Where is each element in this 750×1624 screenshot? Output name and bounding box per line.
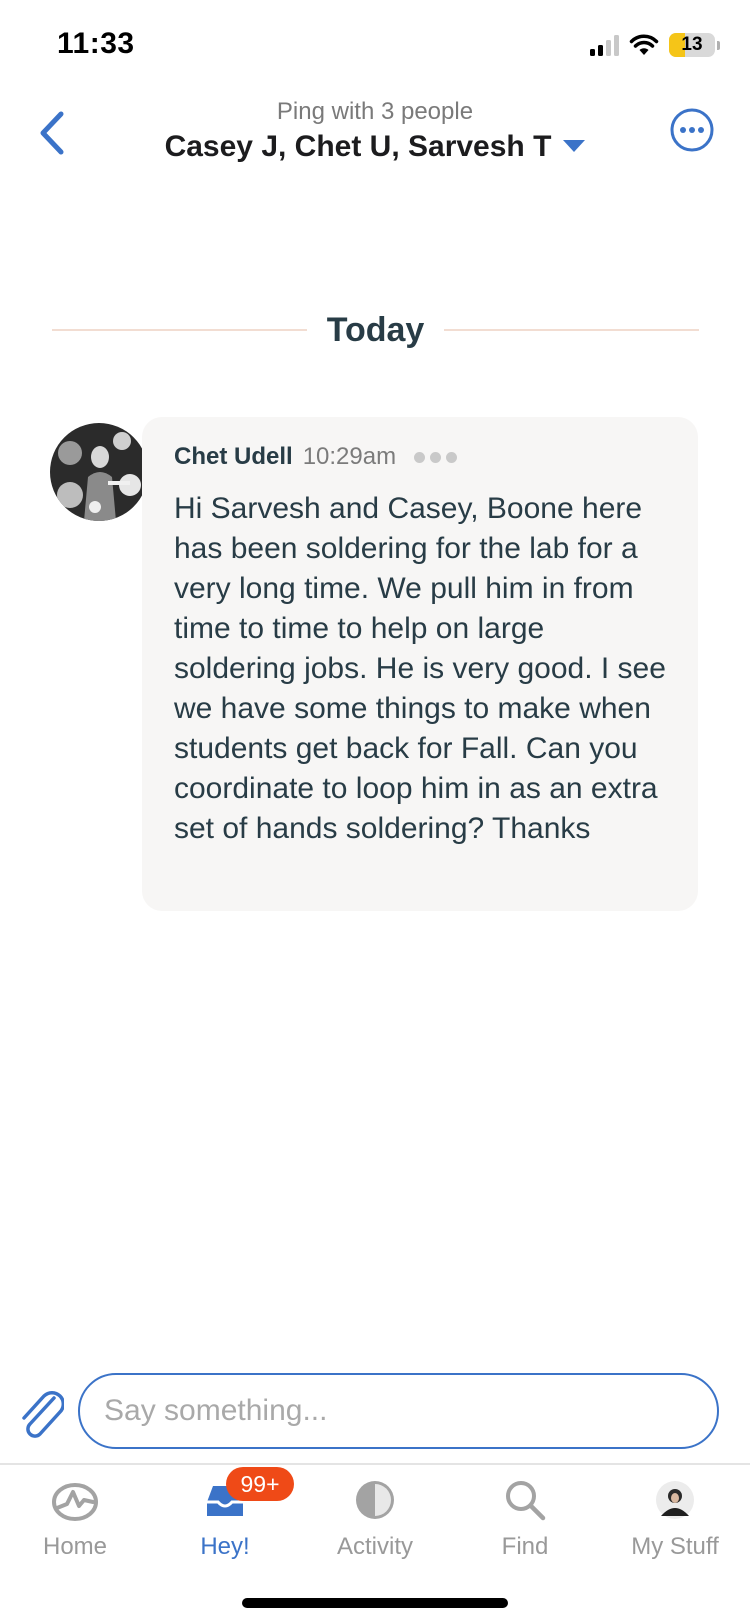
avatar-photo (50, 423, 148, 521)
inbox-icon: 99+ (200, 1467, 294, 1525)
more-options-icon (670, 108, 714, 152)
chat-header: Ping with 3 people Casey J, Chet U, Sarv… (0, 90, 750, 180)
message-meta: Chet Udell 10:29am (174, 437, 668, 477)
paperclip-icon (22, 1390, 66, 1438)
pie-icon (350, 1475, 400, 1525)
battery-percent: 13 (681, 34, 703, 55)
search-icon (500, 1475, 550, 1525)
chat-title: Casey J, Chet U, Sarvesh T (164, 130, 552, 163)
composer (0, 1370, 750, 1452)
avatar (650, 1475, 700, 1525)
chevron-left-icon (40, 111, 64, 155)
sender-avatar[interactable] (50, 423, 148, 521)
wifi-icon (629, 34, 659, 55)
tab-label: Find (501, 1533, 549, 1560)
tab-my-stuff[interactable]: My Stuff (600, 1475, 750, 1575)
tab-activity[interactable]: Activity (300, 1475, 450, 1575)
tab-label: My Stuff (631, 1533, 719, 1560)
tab-hey[interactable]: 99+ Hey! (150, 1467, 300, 1575)
message-author[interactable]: Chet Udell (174, 443, 293, 471)
tab-label: Home (42, 1533, 108, 1560)
tab-label: Hey! (200, 1533, 250, 1560)
status-icons: 13 (590, 30, 720, 60)
home-pulse-icon (50, 1475, 100, 1525)
home-indicator[interactable] (242, 1598, 508, 1608)
notification-badge: 99+ (226, 1467, 294, 1501)
battery-nub (717, 40, 720, 50)
tab-home[interactable]: Home (0, 1475, 150, 1575)
status-bar: 11:33 13 (0, 0, 750, 90)
message-input[interactable] (78, 1373, 719, 1449)
message-body: Hi Sarvesh and Casey, Boone here has bee… (174, 492, 666, 845)
message-bubble[interactable]: Chet Udell 10:29am Hi Sarvesh and Casey,… (142, 417, 698, 911)
attach-button[interactable] (16, 1388, 66, 1440)
tab-find[interactable]: Find (450, 1475, 600, 1575)
chat-title-area[interactable]: Ping with 3 people Casey J, Chet U, Sarv… (120, 98, 630, 164)
day-divider-label: Today (326, 310, 425, 349)
divider-line (52, 329, 307, 331)
message-menu-icon[interactable] (414, 451, 458, 463)
caret-down-icon (563, 140, 586, 152)
battery-icon: 13 (669, 33, 715, 57)
day-divider: Today (52, 305, 700, 355)
back-button[interactable] (30, 108, 74, 158)
status-time: 11:33 (57, 27, 135, 60)
more-options-button[interactable] (670, 108, 714, 152)
chat-subtitle: Ping with 3 people (276, 98, 474, 125)
message-time: 10:29am (302, 443, 397, 470)
participants-toggle[interactable]: Casey J, Chet U, Sarvesh T (120, 130, 630, 164)
tab-label: Activity (336, 1533, 413, 1560)
cellular-signal-icon (590, 34, 619, 56)
divider-line (444, 329, 700, 331)
